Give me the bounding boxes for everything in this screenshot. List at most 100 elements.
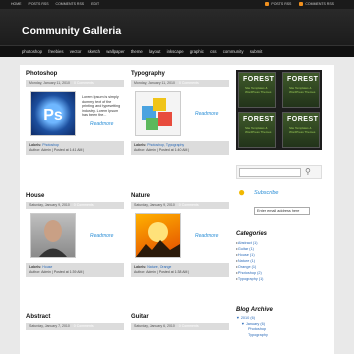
post-title[interactable]: Photoshop: [26, 71, 124, 77]
top-links: HOME POSTS RSS COMMENTS RSS EDIT: [10, 2, 100, 6]
nav-item-community[interactable]: community: [223, 49, 244, 54]
post-labels[interactable]: Nature, Orange: [147, 265, 171, 269]
categories-title: Categories: [236, 231, 268, 237]
post-typography: Typography Monday, January 11, 2010 0 Com…: [131, 71, 229, 155]
post-comments-link[interactable]: 0 Comments: [74, 324, 94, 329]
post-labels[interactable]: Photoshop, Typography: [147, 143, 184, 147]
post-thumbnail[interactable]: [30, 213, 76, 258]
readmore-link[interactable]: Readmore: [90, 233, 113, 239]
top-link-edit[interactable]: EDIT: [90, 2, 100, 6]
post-author-line: Author: Admin | Posted at 1:39 AM |: [29, 270, 85, 274]
post-title[interactable]: Nature: [131, 193, 229, 199]
categories-widget: Categories Abstract (1) Guitar (1) House…: [236, 231, 322, 282]
post-body: Readmore: [26, 213, 124, 263]
banner-ad[interactable]: FOREST Site Templates & WordPress Themes: [282, 72, 320, 108]
post-photoshop: Photoshop Monday, January 11, 2010 0 Comm…: [26, 71, 124, 155]
feed-posts-link[interactable]: POSTS RSS: [265, 2, 291, 6]
post-date-bar: Saturday, January 7, 2010 0 Comments: [26, 323, 124, 330]
feed-posts-label: POSTS RSS: [271, 2, 292, 6]
banner-ads: FOREST Site Templates & WordPress Themes…: [236, 70, 322, 150]
post-thumbnail[interactable]: [135, 91, 181, 136]
subscribe-widget: ● Subscribe Enter email address here: [236, 185, 322, 221]
nav-item-graphic[interactable]: graphic: [190, 49, 204, 54]
rss-icon: [299, 2, 304, 6]
top-link-comments-rss[interactable]: COMMENTS RSS: [55, 2, 86, 6]
banner-ad[interactable]: FOREST Site Templates & WordPress Themes: [238, 112, 276, 148]
banner-ad[interactable]: FOREST Site Templates & WordPress Themes: [282, 112, 320, 148]
post-body: Readmore: [131, 213, 229, 263]
post-date-bar: Saturday, January 6, 2010 0 Comments: [131, 323, 229, 330]
post-body: Ps Lorem Ipsum is simply dummy text of t…: [26, 91, 124, 141]
banner-title: FOREST: [287, 76, 319, 83]
post-house: House Saturday, January 9, 2010 0 Comment…: [26, 193, 124, 277]
post-labels[interactable]: House: [42, 265, 52, 269]
rss-icon: [265, 2, 270, 6]
post-excerpt: Lorem Ipsum is simply dummy text of the …: [82, 95, 121, 118]
post-date-bar: Saturday, January 9, 2010 0 Comments: [131, 202, 229, 209]
post-thumbnail[interactable]: [135, 213, 181, 258]
nav-item-wallpaper[interactable]: wallpaper: [106, 49, 124, 54]
search-input[interactable]: [239, 168, 301, 177]
top-link-posts-rss[interactable]: POSTS RSS: [28, 2, 50, 6]
banner-ad[interactable]: FOREST Site Templates & WordPress Themes: [238, 72, 276, 108]
archive-title: Blog Archive: [236, 307, 273, 313]
post-comments-link[interactable]: 0 Comments: [179, 203, 199, 208]
readmore-link[interactable]: Readmore: [90, 121, 113, 127]
post-guitar: Guitar Saturday, January 6, 2010 0 Commen…: [131, 314, 229, 330]
site-title[interactable]: Community Galleria: [22, 25, 121, 37]
banner-title: FOREST: [243, 76, 275, 83]
nav-item-freebies[interactable]: freebies: [48, 49, 63, 54]
labels-heading: Labels:: [134, 265, 147, 269]
nav-item-theme[interactable]: theme: [131, 49, 143, 54]
category-item[interactable]: Typography (1): [236, 276, 322, 282]
post-thumbnail[interactable]: Ps: [30, 91, 76, 136]
post-title[interactable]: House: [26, 193, 124, 199]
post-meta: Labels: Photoshop, Typography Author: Ad…: [131, 141, 229, 155]
post-title[interactable]: Abstract: [26, 314, 124, 320]
top-bar: HOME POSTS RSS COMMENTS RSS EDIT POSTS R…: [0, 0, 354, 9]
nav-item-vector[interactable]: vector: [70, 49, 82, 54]
category-list: Abstract (1) Guitar (1) House (1) Nature…: [236, 240, 322, 282]
banner-subtitle: Site Templates & WordPress Themes: [245, 86, 272, 94]
readmore-link[interactable]: Readmore: [195, 233, 218, 239]
search-icon[interactable]: ⚲: [305, 167, 311, 176]
labels-heading: Labels:: [134, 143, 147, 147]
feed-comments-label: COMMENTS RSS: [305, 2, 334, 6]
post-title[interactable]: Typography: [131, 71, 229, 77]
post-date: Monday, January 11, 2010: [134, 81, 175, 85]
post-title[interactable]: Guitar: [131, 314, 229, 320]
post-date: Saturday, January 9, 2010: [134, 203, 175, 207]
banner-subtitle: Site Templates & WordPress Themes: [289, 126, 316, 134]
archive-widget: Blog Archive ▼ 2010 (6) ▼ January (6) Ph…: [236, 307, 322, 338]
nav-item-submit[interactable]: submit: [250, 49, 263, 54]
banner-title: FOREST: [287, 116, 319, 123]
top-link-home[interactable]: HOME: [10, 2, 23, 6]
post-comments-link[interactable]: 0 Comments: [74, 203, 94, 208]
nav-item-sketch[interactable]: sketch: [88, 49, 100, 54]
labels-heading: Labels:: [29, 265, 42, 269]
email-field[interactable]: Enter email address here: [254, 207, 310, 215]
post-comments-link[interactable]: 0 Comments: [179, 324, 199, 329]
banner-title: FOREST: [243, 116, 275, 123]
post-date: Monday, January 11, 2010: [29, 81, 70, 85]
post-labels[interactable]: Photoshop: [42, 143, 59, 147]
post-comments-link[interactable]: 0 Comments: [179, 81, 199, 86]
nav-item-inkscape[interactable]: inkscape: [167, 49, 184, 54]
nav-item-layout[interactable]: layout: [149, 49, 160, 54]
nav-item-css[interactable]: css: [210, 49, 216, 54]
post-author-line: Author: Admin | Posted at 1:38 AM |: [134, 270, 190, 274]
feed-comments-link[interactable]: COMMENTS RSS: [299, 2, 334, 6]
nav-item-photoshop[interactable]: photoshop: [22, 49, 42, 54]
post-comments-link[interactable]: 0 Comments: [74, 81, 94, 86]
readmore-link[interactable]: Readmore: [195, 111, 218, 117]
post-date-bar: Monday, January 11, 2010 0 Comments: [131, 80, 229, 87]
svg-text:Ps: Ps: [43, 107, 63, 124]
subscribe-label: Subscribe: [254, 190, 279, 196]
banner-subtitle: Site Templates & WordPress Themes: [289, 86, 316, 94]
search-box: ⚲: [236, 165, 322, 179]
post-date-bar: Monday, January 11, 2010 0 Comments: [26, 80, 124, 87]
archive-item[interactable]: Typography: [236, 333, 322, 339]
feed-links: POSTS RSS COMMENTS RSS: [265, 2, 334, 6]
post-author-line: Author: Admin | Posted at 1:40 AM |: [134, 148, 190, 152]
post-meta: Labels: Photoshop Author: Admin | Posted…: [26, 141, 124, 155]
